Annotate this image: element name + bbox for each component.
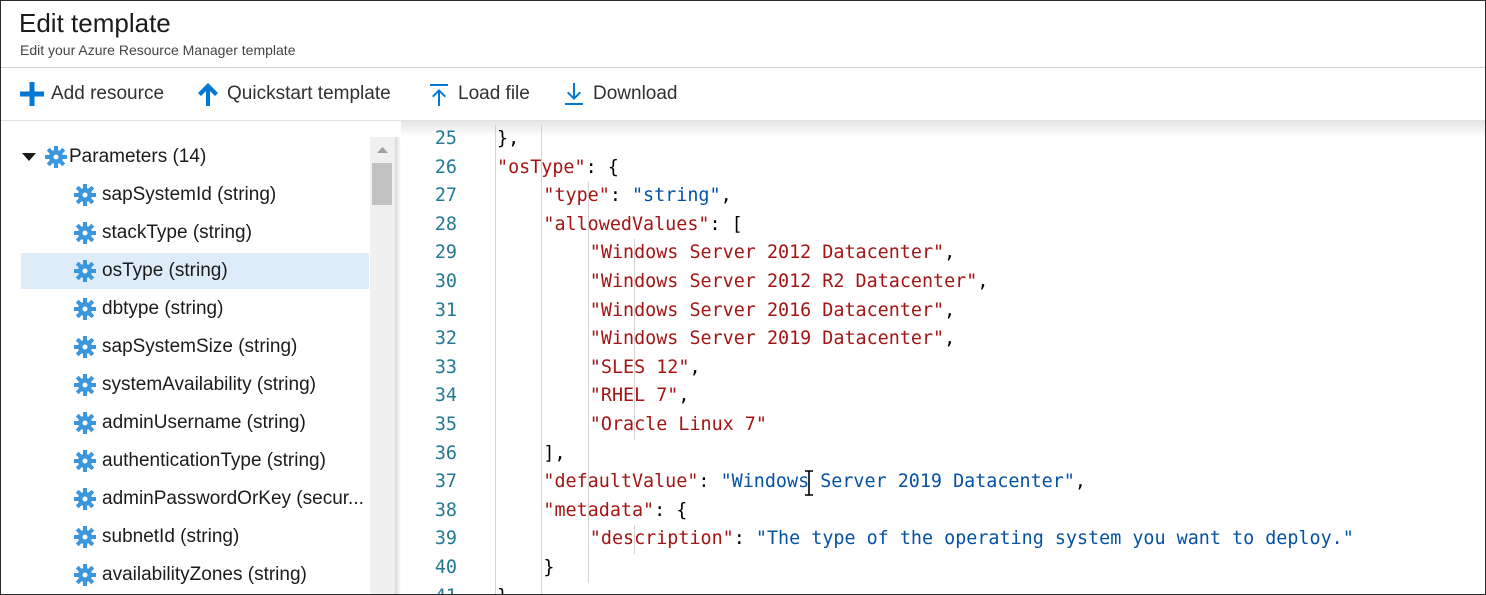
code-line[interactable]: } [543,554,554,583]
gear-icon [74,564,96,586]
gear-icon [74,412,96,434]
download-icon [561,81,587,107]
code-line[interactable]: "Windows Server 2012 Datacenter", [590,239,955,268]
tree-item[interactable]: availabilityZones (string) [21,557,369,593]
gear-icon [74,260,96,282]
code-line[interactable]: "Windows Server 2019 Datacenter", [590,325,955,354]
indent-guide [541,125,542,594]
line-number: 34 [434,385,457,407]
code-line[interactable]: "metadata": { [543,497,687,526]
tree-item[interactable]: sapSystemId (string) [21,177,369,213]
caret-down-icon[interactable] [21,149,37,165]
line-number: 38 [434,499,457,521]
code-line[interactable]: "osType": { [497,154,619,183]
line-number: 39 [434,528,457,550]
code-line[interactable]: "Windows Server 2016 Datacenter", [590,297,955,326]
plus-icon [19,81,45,107]
download-label: Download [593,83,678,104]
load-file-label: Load file [458,83,530,104]
tree-item-label: sapSystemSize (string) [102,336,298,357]
code-editor[interactable]: 25}, 26 "osType": { 27 "type": "string", 28 "a… [401,121,1485,594]
code-line[interactable]: }, [497,125,519,154]
add-resource-label: Add resource [51,83,165,104]
gear-icon [74,374,96,396]
line-number: 30 [434,271,457,292]
template-outline-tree: Parameters (14) sapSystemId (string) stac… [1,137,369,594]
line-number: 41 [401,583,457,594]
tree-item[interactable]: stackType (string) [21,215,369,251]
code-line[interactable]: }, [497,583,519,594]
gear-icon [45,146,67,168]
code-line[interactable]: "Windows Server 2012 R2 Datacenter", [590,268,989,297]
tree-item[interactable]: authenticationType (string) [21,443,369,479]
line-number: 26 [434,156,457,178]
code-line[interactable]: "description": "The type of the operatin… [590,525,1354,554]
line-number: 29 [434,242,457,264]
line-number: 36 [434,442,457,464]
load-file-button[interactable]: Load file [426,68,530,120]
tree-scrollbar[interactable] [370,137,395,594]
gear-icon [74,222,96,244]
tree-item[interactable]: subnetId (string) [21,519,369,555]
command-bar: Add resource Quickstart template Load fi… [1,68,1485,120]
tree-root-label: Parameters (14) [69,146,207,167]
line-number: 32 [434,328,457,350]
line-number: 33 [434,356,457,378]
edit-template-window: Edit template Edit your Azure Resource M… [0,0,1486,595]
code-line[interactable]: "SLES 12", [590,354,701,383]
code-line[interactable]: ], [543,440,565,469]
gear-icon [74,184,96,206]
tree-item-label: adminPasswordOrKey (secur... [102,488,364,509]
line-number: 37 [434,471,457,493]
tree-item[interactable]: adminPasswordOrKey (secur... [21,481,369,517]
gear-icon [74,450,96,472]
code-line[interactable]: "RHEL 7", [590,382,690,411]
tree-item-label: dbtype (string) [102,298,224,319]
tree-item-label: stackType (string) [102,222,252,243]
indent-guide [495,125,496,594]
gear-icon [74,336,96,358]
tree-item[interactable]: systemAvailability (string) [21,367,369,403]
line-number: 40 [434,557,457,578]
page-subtitle: Edit your Azure Resource Manager templat… [20,42,296,58]
text-cursor-icon [803,469,815,497]
tree-item-label: systemAvailability (string) [102,374,316,395]
line-number: 35 [434,414,457,435]
tree-item[interactable]: dbtype (string) [21,291,369,327]
tree-item-label: availabilityZones (string) [102,564,307,585]
tree-item-label: subnetId (string) [102,526,240,547]
tree-item-label: authenticationType (string) [102,450,326,471]
tree-item-label: adminUsername (string) [102,412,306,433]
tree-root-parameters[interactable]: Parameters (14) [21,139,369,175]
quickstart-template-label: Quickstart template [227,83,391,104]
quickstart-template-button[interactable]: Quickstart template [195,68,391,120]
code-line[interactable]: "Oracle Linux 7" [590,411,767,440]
tree-item[interactable]: sapSystemSize (string) [21,329,369,365]
code-line[interactable]: "type": "string", [543,182,731,211]
arrow-up-icon [195,81,221,107]
gear-icon [74,526,96,548]
line-number: 27 [434,185,457,207]
line-number: 25 [434,128,457,149]
add-resource-button[interactable]: Add resource [19,68,164,120]
gear-icon [74,488,96,510]
scroll-up-arrow-icon[interactable] [370,141,395,159]
line-number: 31 [434,299,457,321]
line-number: 28 [434,213,457,235]
blade-header: Edit template Edit your Azure Resource M… [1,1,1485,67]
tree-item[interactable]: osType (string) [21,253,369,289]
download-button[interactable]: Download [561,68,678,120]
upload-icon [426,81,452,107]
code-line[interactable]: "allowedValues": [ [543,211,742,240]
editor-scroll-shadow [401,121,1485,137]
tree-item[interactable]: adminUsername (string) [21,405,369,441]
page-title: Edit template [19,8,171,38]
tree-item-label: sapSystemId (string) [102,184,277,205]
tree-item-label: osType (string) [102,260,228,281]
gear-icon [74,298,96,320]
scrollbar-thumb[interactable] [372,163,392,205]
